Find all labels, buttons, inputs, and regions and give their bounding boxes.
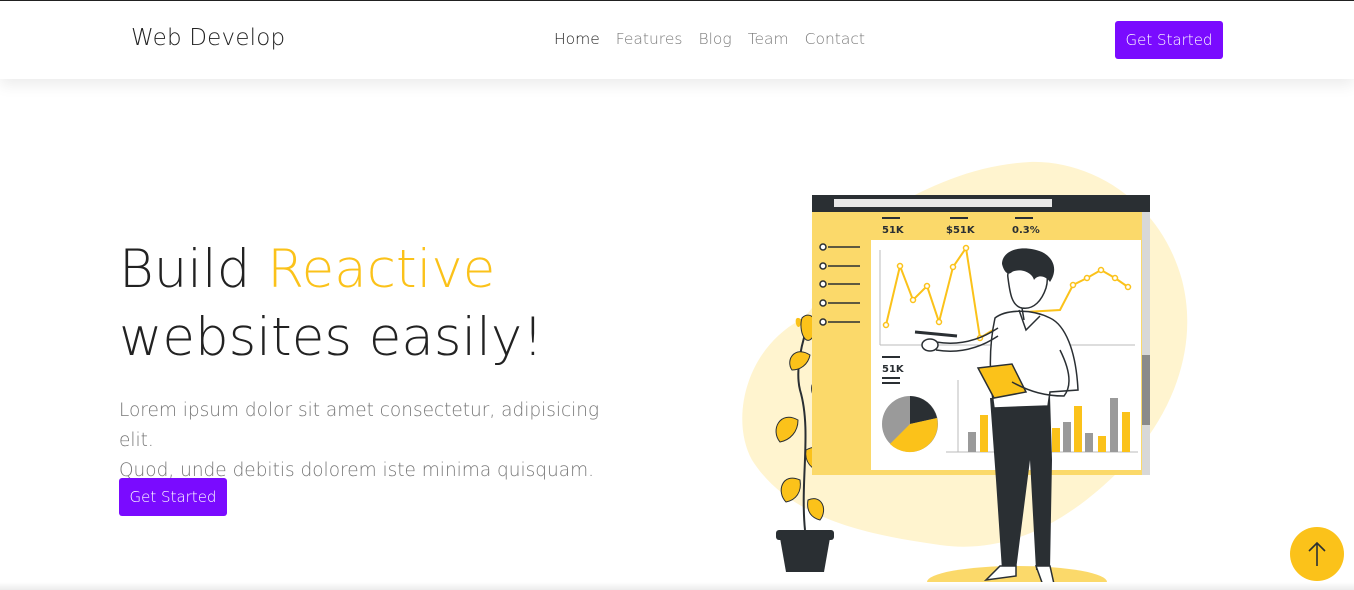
nav-link-team[interactable]: Team: [748, 30, 789, 48]
arrow-up-icon: [1308, 541, 1326, 566]
nav-link-features[interactable]: Features: [616, 30, 683, 48]
hero-title-part2: websites easily!: [119, 307, 544, 368]
nav-links: Home Features Blog Team Contact: [554, 30, 865, 48]
stat-label-1: 51K: [882, 225, 905, 236]
stat-label-4: 51K: [882, 364, 905, 375]
nav-get-started-button[interactable]: Get Started: [1115, 21, 1223, 59]
hero-description-line1: Lorem ipsum dolor sit amet consectetur, …: [119, 400, 600, 451]
hero-title-accent: Reactive: [267, 239, 496, 300]
hero-title-part1: Build: [119, 239, 268, 300]
hero-description: Lorem ipsum dolor sit amet consectetur, …: [119, 396, 639, 486]
navbar: Web Develop Home Features Blog Team Cont…: [0, 1, 1354, 79]
pie-chart: [882, 396, 938, 453]
next-section-edge: [0, 582, 1354, 590]
pot-icon: [776, 530, 834, 572]
stat-label-2: $51K: [946, 225, 976, 236]
nav-link-blog[interactable]: Blog: [698, 30, 731, 48]
dashboard-board: 51K $51K 0.3% 51K: [812, 195, 1150, 475]
hero-illustration: 51K $51K 0.3% 51K: [742, 161, 1188, 590]
stat-label-3: 0.3%: [1012, 225, 1040, 236]
hero-get-started-button[interactable]: Get Started: [119, 478, 227, 516]
hero-title: Build Reactive websites easily!: [119, 236, 544, 372]
brand-logo-text[interactable]: Web Develop: [131, 25, 285, 51]
nav-link-contact[interactable]: Contact: [805, 30, 865, 48]
scroll-to-top-button[interactable]: [1290, 527, 1344, 581]
nav-link-home[interactable]: Home: [554, 30, 600, 48]
